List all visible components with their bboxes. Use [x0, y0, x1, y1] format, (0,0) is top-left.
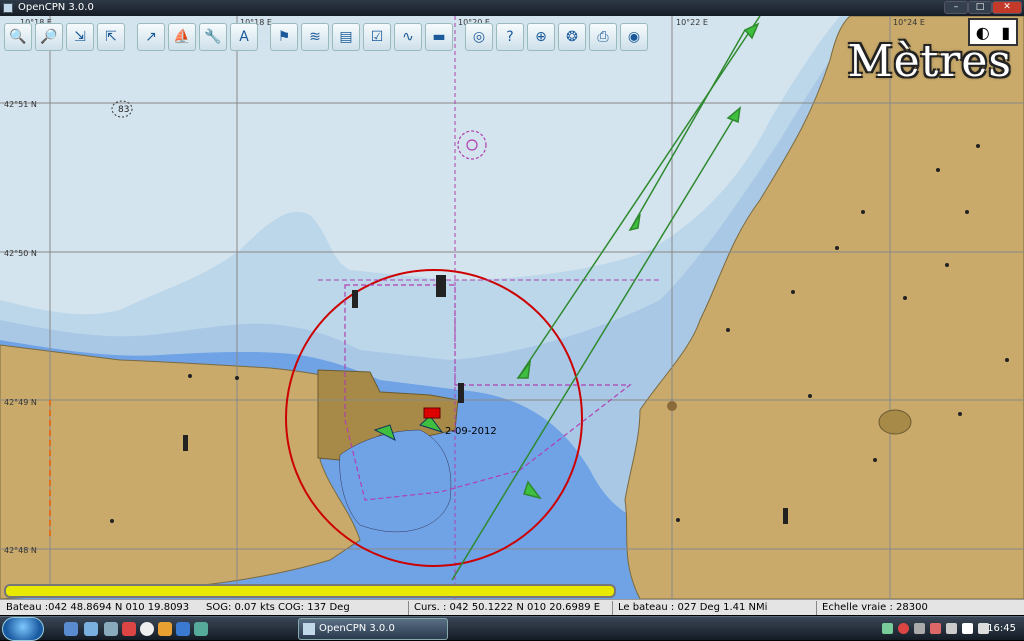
cursor-position: Curs. : 042 50.1222 N 010 20.6989 E [414, 602, 601, 613]
depth-sounding: 83 [118, 105, 129, 115]
tray-icon[interactable] [930, 623, 941, 634]
toolbar-separator [128, 23, 134, 51]
opencpn-icon [303, 623, 315, 635]
waypoint-icon[interactable]: ⊕ [527, 23, 555, 51]
settings-icon[interactable]: 🔧 [199, 23, 227, 51]
route-manager-icon[interactable]: ☑ [363, 23, 391, 51]
tray-icon[interactable] [914, 623, 925, 634]
program-icon[interactable] [104, 622, 118, 636]
start-button[interactable] [2, 617, 44, 641]
lat-label: 42°48 N [4, 546, 37, 555]
close-button[interactable]: ✕ [992, 1, 1022, 14]
status-bar: Bateau :042 48.8694 N 010 19.8093 SOG: 0… [0, 599, 1024, 615]
maximize-button[interactable]: □ [968, 1, 992, 14]
clock: 16:45 [987, 623, 1016, 634]
ownship-marker[interactable] [423, 407, 441, 419]
zoom-out-icon[interactable]: 🔎 [35, 23, 63, 51]
tray-icon[interactable] [898, 623, 909, 634]
taskbar-opencpn[interactable]: OpenCPN 3.0.0 [298, 618, 448, 640]
status-divider [816, 601, 817, 615]
program-icon[interactable] [122, 622, 136, 636]
boat-position: Bateau :042 48.8694 N 010 19.8093 [6, 602, 190, 613]
help-icon[interactable]: ? [496, 23, 524, 51]
text-icon[interactable]: A [230, 23, 258, 51]
explorer-icon[interactable] [84, 622, 98, 636]
ie-icon[interactable] [176, 622, 190, 636]
follow-icon[interactable]: ⛵ [168, 23, 196, 51]
window-title: OpenCPN 3.0.0 [18, 2, 94, 13]
minimize-button[interactable]: – [944, 1, 968, 14]
tray-icon[interactable] [962, 623, 973, 634]
color-scheme-icon[interactable]: ▬ [425, 23, 453, 51]
lighthouse-icon [183, 435, 188, 451]
opencpn-window: OpenCPN 3.0.0 – □ ✕ 2-09-2012 83 42°51 N… [0, 0, 1024, 641]
program-icon[interactable] [140, 622, 154, 636]
lighthouse-icon [783, 508, 788, 524]
chart-icon[interactable]: ▤ [332, 23, 360, 51]
tray-icon[interactable] [882, 623, 893, 634]
lon-label: 10°24 E [893, 18, 925, 27]
zoom-in-icon[interactable]: 🔍 [4, 23, 32, 51]
nautical-chart: 2-09-2012 83 [0, 16, 1024, 599]
main-toolbar: 🔍 🔎 ⇲ ⇱ ↗ ⛵ 🔧 A ⚑ ≋ ▤ ☑ ∿ ▬ ◎? ⊕ ❂ ⎙ ◉ [4, 20, 648, 54]
lat-label: 42°51 N [4, 100, 37, 109]
ownship-date: 2-09-2012 [445, 426, 497, 437]
tray-icon[interactable] [946, 623, 957, 634]
program-icon[interactable] [194, 622, 208, 636]
windows-taskbar: OpenCPN 3.0.0 16:45 [0, 616, 1024, 641]
current-icon[interactable]: ⚑ [270, 23, 298, 51]
toolbar-separator [456, 23, 462, 51]
sog-cog: SOG: 0.07 kts COG: 137 Deg [206, 602, 350, 613]
lighthouse-icon [436, 275, 446, 297]
chart-canvas[interactable]: 2-09-2012 83 42°51 N 42°50 N 42°49 N 42°… [0, 16, 1024, 599]
lat-label: 42°50 N [4, 249, 37, 258]
grib-icon[interactable]: ❂ [558, 23, 586, 51]
progress-bar [4, 584, 616, 598]
mob-icon[interactable]: ◎ [465, 23, 493, 51]
tide-icon[interactable]: ≋ [301, 23, 329, 51]
lighthouse-icon [352, 290, 358, 308]
harbor-water [339, 429, 452, 533]
lon-label: 10°22 E [676, 18, 708, 27]
scale-in-icon[interactable]: ⇲ [66, 23, 94, 51]
lat-label: 42°49 N [4, 398, 37, 407]
status-divider [408, 601, 409, 615]
app-icon [3, 3, 13, 13]
route-icon[interactable]: ↗ [137, 23, 165, 51]
bearing-distance: Le bateau : 027 Deg 1.41 NMi [618, 602, 768, 613]
toolbar-separator [261, 23, 267, 51]
status-divider [612, 601, 613, 615]
show-desktop-icon[interactable] [64, 622, 78, 636]
depth-units-label: Mètres [847, 36, 1012, 87]
layers-icon[interactable]: ◉ [620, 23, 648, 51]
media-icon[interactable] [158, 622, 172, 636]
track-icon[interactable]: ∿ [394, 23, 422, 51]
title-bar[interactable]: OpenCPN 3.0.0 – □ ✕ [0, 0, 1024, 16]
true-scale: Echelle vraie : 28300 [822, 602, 928, 613]
print-icon[interactable]: ⎙ [589, 23, 617, 51]
lighthouse-icon [458, 383, 464, 403]
task-label: OpenCPN 3.0.0 [319, 623, 395, 634]
scale-out-icon[interactable]: ⇱ [97, 23, 125, 51]
island [878, 409, 912, 435]
